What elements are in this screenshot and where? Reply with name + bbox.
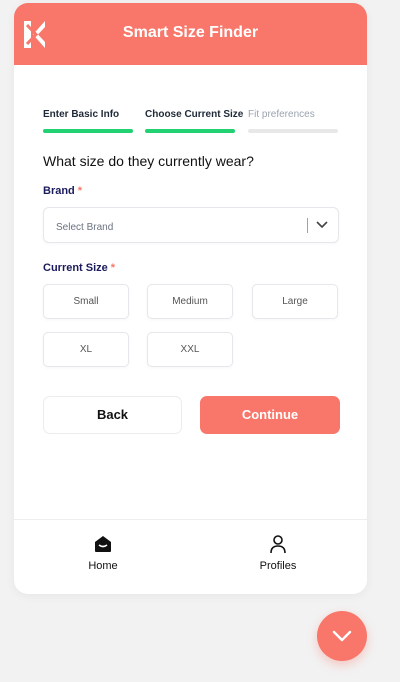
nav-item-home[interactable]: Home [63, 534, 143, 572]
continue-button[interactable]: Continue [200, 396, 340, 434]
question-heading: What size do they currently wear? [43, 153, 254, 169]
brand-label: Brand * [43, 185, 82, 197]
step-bar-active [145, 129, 235, 133]
header: Smart Size Finder [14, 3, 367, 65]
size-option-small[interactable]: Small [43, 284, 129, 319]
home-icon [95, 536, 111, 552]
step-bar-pending [248, 129, 338, 133]
size-option-xxl[interactable]: XXL [147, 332, 233, 367]
scroll-down-fab[interactable] [317, 611, 367, 661]
current-size-label-text: Current Size [43, 262, 108, 274]
size-option-xl[interactable]: XL [43, 332, 129, 367]
brand-label-text: Brand [43, 185, 75, 197]
select-divider [307, 218, 308, 233]
current-size-label: Current Size * [43, 262, 115, 274]
brand-placeholder: Select Brand [56, 222, 114, 233]
required-mark: * [77, 185, 83, 197]
person-icon [270, 535, 286, 554]
nav-home-label: Home [88, 560, 118, 572]
step-bar-complete [43, 129, 133, 133]
required-mark: * [110, 262, 116, 274]
size-finder-card: Smart Size Finder Enter Basic Info Choos… [14, 3, 367, 594]
brand-select[interactable]: Select Brand [43, 207, 339, 243]
nav-profiles-label: Profiles [259, 560, 297, 572]
step-fit-preferences: Fit preferences [248, 109, 315, 120]
size-option-large[interactable]: Large [252, 284, 338, 319]
step-current-size: Choose Current Size [145, 109, 244, 120]
step-basic-info: Enter Basic Info [43, 109, 120, 120]
page-title: Smart Size Finder [122, 24, 259, 41]
size-option-medium[interactable]: Medium [147, 284, 233, 319]
back-button[interactable]: Back [43, 396, 182, 434]
chevron-down-icon [332, 630, 352, 642]
chevron-down-icon[interactable] [316, 220, 328, 230]
nav-item-profiles[interactable]: Profiles [238, 534, 318, 572]
bottom-nav-divider [14, 519, 367, 520]
